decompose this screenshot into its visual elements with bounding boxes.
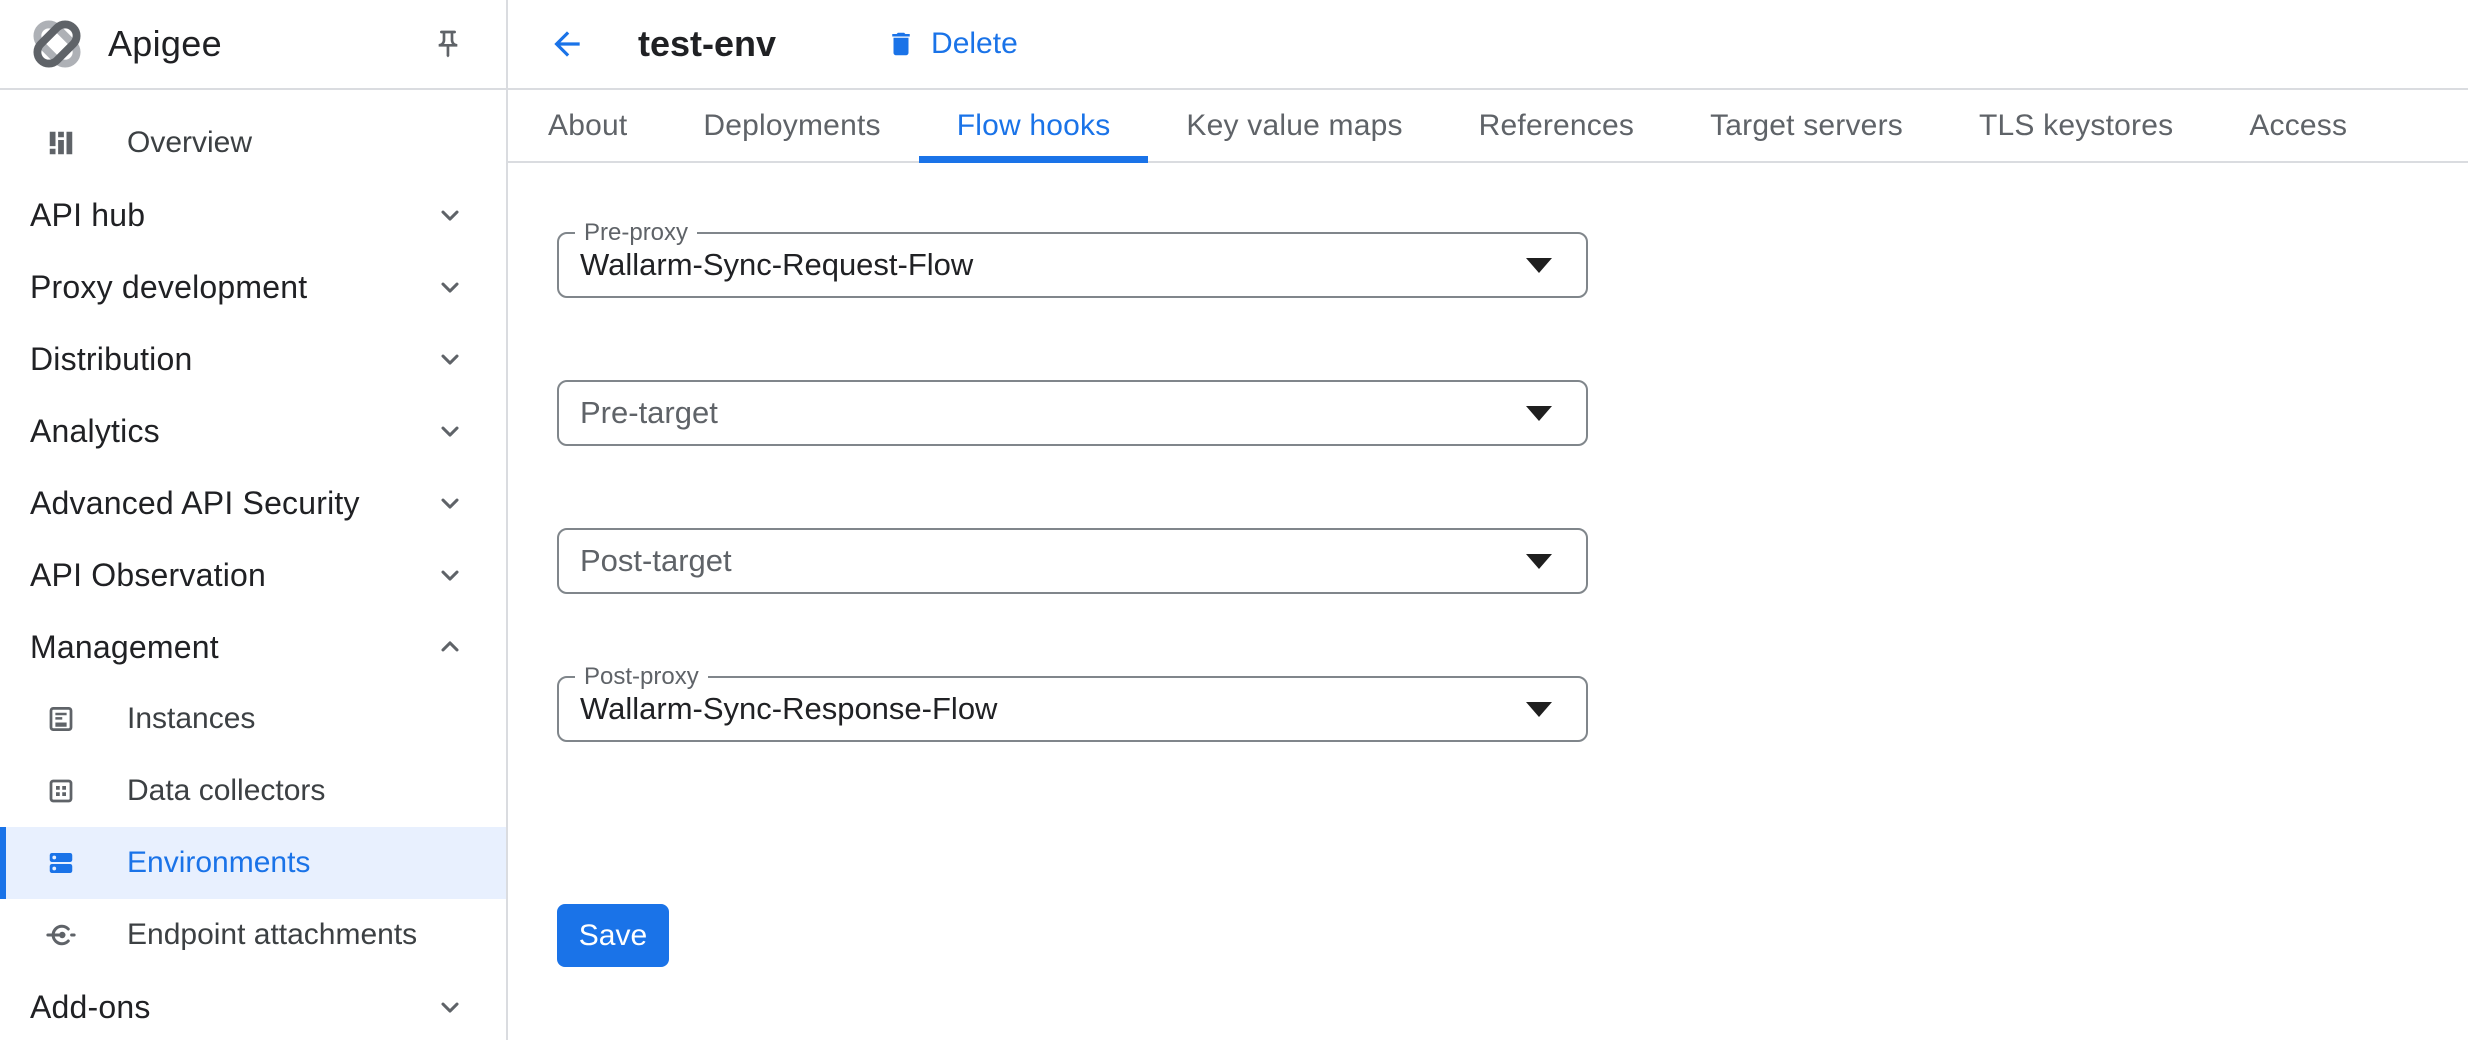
post-proxy-select[interactable]: Post-proxy Wallarm-Sync-Response-Flow: [557, 676, 1588, 742]
sidebar-header: Apigee: [0, 0, 506, 90]
post-target-placeholder: Post-target: [580, 530, 732, 592]
tab-key-value-maps[interactable]: Key value maps: [1148, 90, 1440, 161]
chevron-down-icon: [436, 561, 464, 589]
post-proxy-value: Wallarm-Sync-Response-Flow: [580, 678, 997, 740]
sidebar-item-label: Management: [30, 629, 219, 666]
tab-flow-hooks[interactable]: Flow hooks: [919, 90, 1149, 161]
tab-about[interactable]: About: [510, 90, 665, 161]
delete-button[interactable]: Delete: [886, 27, 1018, 61]
delete-button-label: Delete: [931, 27, 1018, 61]
save-button[interactable]: Save: [557, 904, 669, 967]
sidebar-item-label: Data collectors: [127, 774, 325, 808]
chevron-down-icon: [436, 273, 464, 301]
sidebar-nav: Overview API hub Proxy development Distr…: [0, 90, 506, 1040]
main-area: test-env Delete About Deployments Flow h…: [508, 0, 2468, 1040]
tab-access[interactable]: Access: [2211, 90, 2385, 161]
sidebar-item-label: Proxy development: [30, 269, 307, 306]
chevron-down-icon: [436, 489, 464, 517]
apigee-console-page: Apigee Overview API hub: [0, 0, 2468, 1040]
tab-tls-keystores[interactable]: TLS keystores: [1941, 90, 2211, 161]
environments-icon: [46, 848, 76, 878]
chevron-down-icon: [436, 417, 464, 445]
sidebar-item-add-ons[interactable]: Add-ons: [0, 971, 506, 1040]
post-target-select[interactable]: Post-target: [557, 528, 1588, 594]
app-name: Apigee: [108, 23, 222, 65]
dropdown-arrow-icon: [1526, 406, 1552, 421]
flow-hooks-form: Pre-proxy Wallarm-Sync-Request-Flow Pre-…: [508, 163, 2468, 967]
chevron-down-icon: [436, 993, 464, 1021]
sidebar-item-label: API Observation: [30, 557, 266, 594]
sidebar-item-label: Distribution: [30, 341, 192, 378]
pre-proxy-select[interactable]: Pre-proxy Wallarm-Sync-Request-Flow: [557, 232, 1588, 298]
sidebar-item-advanced-api-security[interactable]: Advanced API Security: [0, 467, 506, 539]
arrow-back-icon: [548, 25, 586, 63]
pin-sidebar-button[interactable]: [432, 28, 464, 60]
chevron-down-icon: [436, 201, 464, 229]
sidebar-item-api-hub[interactable]: API hub: [0, 179, 506, 251]
sidebar-item-data-collectors[interactable]: Data collectors: [0, 755, 506, 827]
sidebar-item-label: Analytics: [30, 413, 160, 450]
sidebar-item-environments[interactable]: Environments: [0, 827, 506, 899]
dropdown-arrow-icon: [1526, 258, 1552, 273]
dropdown-arrow-icon: [1526, 554, 1552, 569]
chevron-down-icon: [436, 345, 464, 373]
back-button[interactable]: [548, 25, 586, 63]
environment-header: test-env Delete: [508, 0, 2468, 90]
tab-target-servers[interactable]: Target servers: [1672, 90, 1941, 161]
sidebar-item-label: Environments: [127, 846, 310, 880]
overview-icon: [46, 128, 76, 158]
sidebar-item-label: Advanced API Security: [30, 485, 360, 522]
instances-icon: [46, 704, 76, 734]
sidebar-item-instances[interactable]: Instances: [0, 683, 506, 755]
pushpin-icon: [432, 28, 464, 60]
page-title: test-env: [638, 23, 776, 65]
sidebar-item-endpoint-attachments[interactable]: Endpoint attachments: [0, 899, 506, 971]
sidebar-item-api-observation[interactable]: API Observation: [0, 539, 506, 611]
pre-target-placeholder: Pre-target: [580, 382, 718, 444]
tab-references[interactable]: References: [1441, 90, 1672, 161]
trash-icon: [886, 28, 916, 60]
sidebar-item-label: Instances: [127, 702, 255, 736]
sidebar-item-label: Overview: [127, 126, 252, 160]
sidebar-item-distribution[interactable]: Distribution: [0, 323, 506, 395]
sidebar: Apigee Overview API hub: [0, 0, 508, 1040]
environment-tabs: About Deployments Flow hooks Key value m…: [508, 90, 2468, 163]
dropdown-arrow-icon: [1526, 702, 1552, 717]
data-collectors-icon: [46, 776, 76, 806]
apigee-logo-icon: [28, 15, 86, 73]
sidebar-item-proxy-development[interactable]: Proxy development: [0, 251, 506, 323]
tab-deployments[interactable]: Deployments: [665, 90, 918, 161]
chevron-up-icon: [436, 633, 464, 661]
sidebar-item-label: API hub: [30, 197, 145, 234]
sidebar-item-management[interactable]: Management: [0, 611, 506, 683]
pre-proxy-value: Wallarm-Sync-Request-Flow: [580, 234, 973, 296]
endpoint-attachments-icon: [46, 920, 76, 950]
sidebar-item-overview[interactable]: Overview: [0, 107, 506, 179]
sidebar-item-analytics[interactable]: Analytics: [0, 395, 506, 467]
sidebar-item-label: Endpoint attachments: [127, 918, 417, 952]
sidebar-item-label: Add-ons: [30, 989, 151, 1026]
pre-target-select[interactable]: Pre-target: [557, 380, 1588, 446]
